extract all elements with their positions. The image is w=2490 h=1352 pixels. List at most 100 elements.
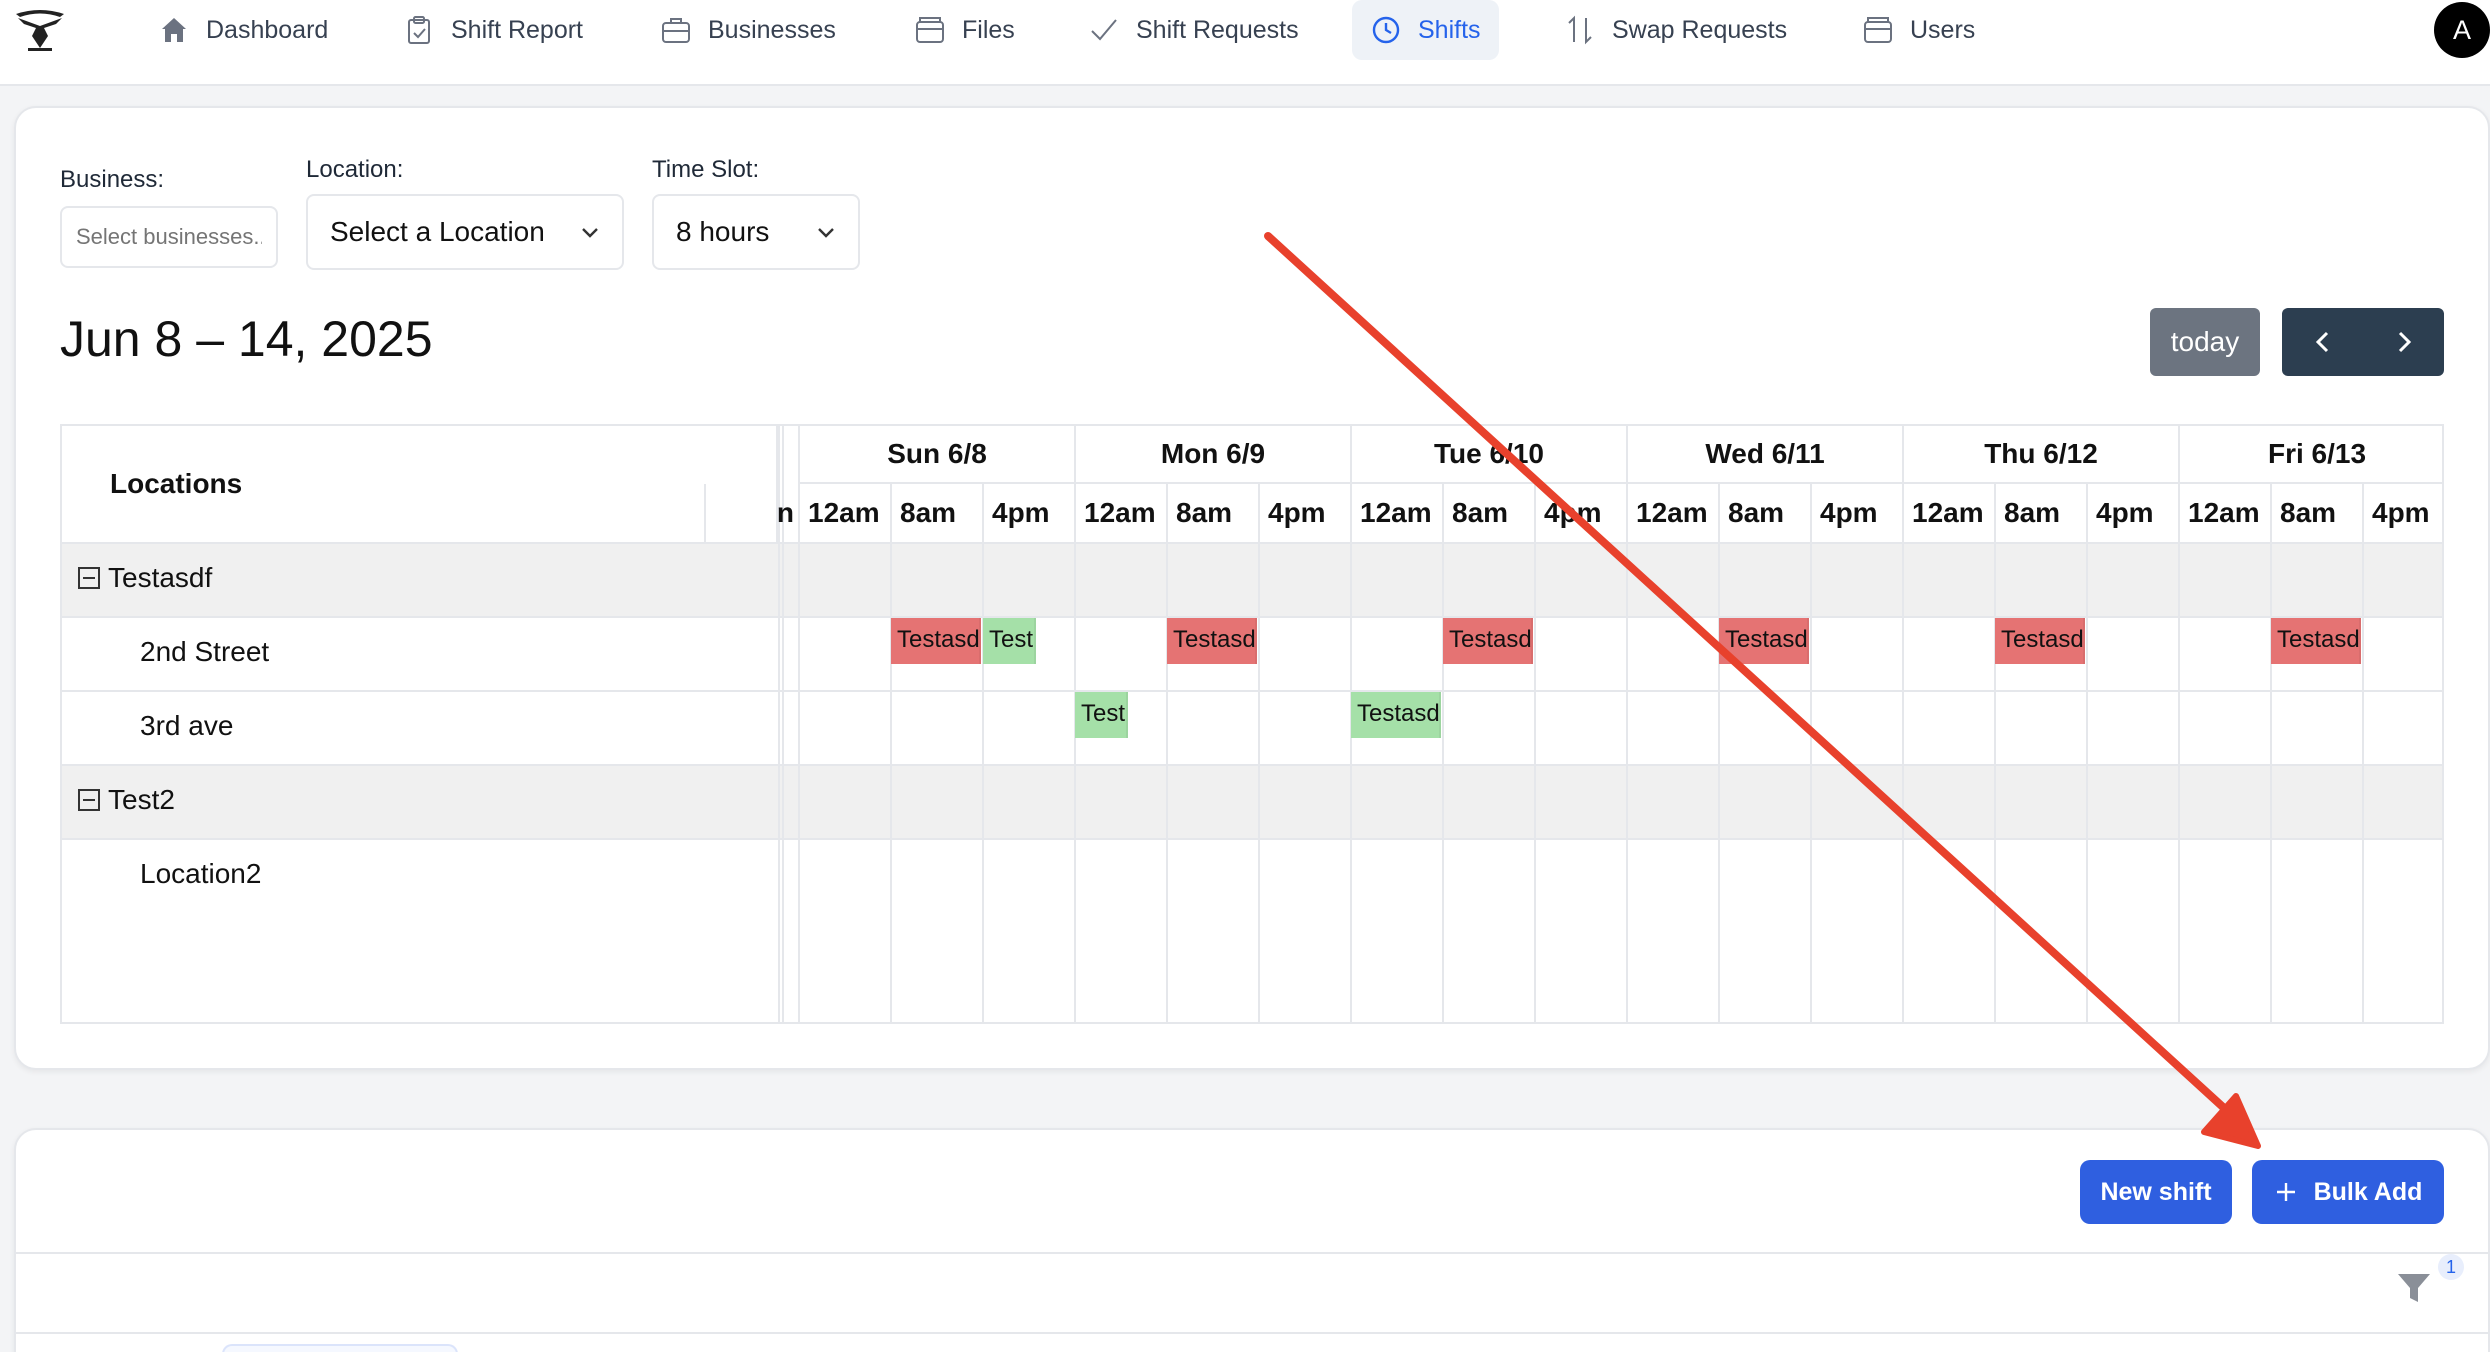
nav-users[interactable]: Users [1844,0,1993,60]
user-avatar[interactable]: A [2434,2,2490,58]
slot-header: n [704,484,798,544]
nav-label: Files [962,15,1015,44]
grid-line [1626,544,1628,1022]
nav-label: Users [1910,15,1976,44]
folder-icon [916,17,944,43]
bulk-add-button[interactable]: Bulk Add [2252,1160,2444,1224]
timeline: n Sun 6/8 12am 8am 4pm Mon 6/9 12am 8am 4pm Tue 6… [704,426,2442,1022]
collapse-icon[interactable] [78,567,100,589]
nav-label: Dashboard [206,15,329,44]
list-tab[interactable] [222,1344,458,1352]
grid-line [1166,544,1168,1022]
slot-header: 4pm [1534,484,1626,544]
location-select[interactable]: Select a Location [306,194,624,270]
slot-header: 4pm [1810,484,1902,544]
nav-swap-requests[interactable]: Swap Requests [1546,0,1805,60]
slot-header: 12am [1350,484,1442,544]
prev-week-button[interactable] [2282,308,2363,376]
group-row-test2[interactable]: Test2 [78,784,175,816]
chevron-left-icon [2315,331,2328,353]
grid-line [1442,544,1444,1022]
location-name: Location2 [140,858,262,889]
scheduler-grid: Locations Testasdf 2nd Street 3rd ave Te… [60,424,2444,1024]
swap-icon [1568,15,1592,45]
day-header: Tue 6/10 [1350,426,1626,484]
chevron-down-icon [818,228,834,238]
divider [16,1252,2488,1254]
group-row-testasdf[interactable]: Testasdf [78,562,212,594]
location-select-value: Select a Location [330,216,545,247]
new-shift-label: New shift [2100,1177,2212,1206]
divider [16,1332,2488,1334]
nav-label: Shift Report [451,15,584,44]
day-header: Wed 6/11 [1626,426,1902,484]
slot-header: 12am [1902,484,1994,544]
slot-header: 8am [2270,484,2362,544]
calendar-date-range: Jun 8 – 14, 2025 [60,311,433,367]
chevron-down-icon [582,228,598,238]
filter-icon[interactable] [2394,1268,2434,1308]
nav-files[interactable]: Files [896,0,1033,60]
grid-line [1810,544,1812,1022]
shift-event[interactable]: Testasdf [1351,692,1441,738]
grid-line [2270,544,2272,1022]
shift-event[interactable]: Testasdf [1719,618,1809,664]
collapse-icon[interactable] [78,789,100,811]
shift-event[interactable]: Testasdf [1167,618,1257,664]
resource-header-label: Locations [110,468,243,499]
filter-count-badge: 1 [2438,1254,2464,1280]
slot-header: 12am [798,484,890,544]
slot-header: 12am [2178,484,2270,544]
day-header: Mon 6/9 [1074,426,1350,484]
plus-icon [2276,1183,2295,1201]
bulk-add-label: Bulk Add [2313,1177,2423,1206]
home-icon [162,18,186,42]
shift-event[interactable]: Testasdf [2271,618,2361,664]
new-shift-button[interactable]: New shift [2080,1160,2232,1224]
timeslot-filter-label: Time Slot: [652,156,760,183]
slot-header: 4pm [1258,484,1350,544]
grid-line [982,544,984,1022]
clock-icon [1372,16,1400,44]
shift-event[interactable]: Testasdf [891,618,981,664]
location-row-3rd-ave: 3rd ave [140,710,233,742]
next-week-button[interactable] [2363,308,2444,376]
location-row-2nd-street: 2nd Street [140,636,269,668]
timeslot-select-value: 8 hours [676,216,770,247]
nav-shift-requests[interactable]: Shift Requests [1070,0,1317,60]
slot-header: 4pm [2086,484,2178,544]
slot-header: 8am [1718,484,1810,544]
shift-event[interactable]: Test [983,618,1037,664]
slot-header: 8am [890,484,982,544]
slot-header: 8am [1166,484,1258,544]
shift-event[interactable]: Testasdf [1443,618,1533,664]
today-button[interactable]: today [2150,308,2260,376]
nav-label: Businesses [708,15,836,44]
calendar-navigation [2282,308,2444,376]
nav-shifts[interactable]: Shifts [1352,0,1499,60]
shift-event[interactable]: Test [1075,692,1129,738]
logo-icon[interactable] [14,8,66,54]
slot-header: 8am [1994,484,2086,544]
timeslot-select[interactable]: 8 hours [652,194,860,270]
grid-line [1534,544,1536,1022]
location-name: 2nd Street [140,636,270,667]
shift-event[interactable]: Testasdf [1995,618,2085,664]
nav-businesses[interactable]: Businesses [642,0,854,60]
nav-shift-report[interactable]: Shift Report [385,0,601,60]
check-icon [1091,19,1117,41]
slot-header: 12am [1626,484,1718,544]
nav-dashboard[interactable]: Dashboard [140,0,346,60]
location-row-location2: Location2 [140,858,261,890]
grid-line [798,544,800,1022]
grid-line [1718,544,1720,1022]
day-header: Sun 6/8 [798,426,1074,484]
slot-header: 4pm [982,484,1074,544]
grid-line [2178,544,2180,1022]
users-icon [1864,17,1892,43]
grid-line [1994,544,1996,1022]
chevron-right-icon [2398,331,2411,353]
slot-header: 8am [1442,484,1534,544]
business-select-input[interactable] [60,206,278,268]
top-navigation: Dashboard Shift Report Businesses Files … [0,0,2490,86]
